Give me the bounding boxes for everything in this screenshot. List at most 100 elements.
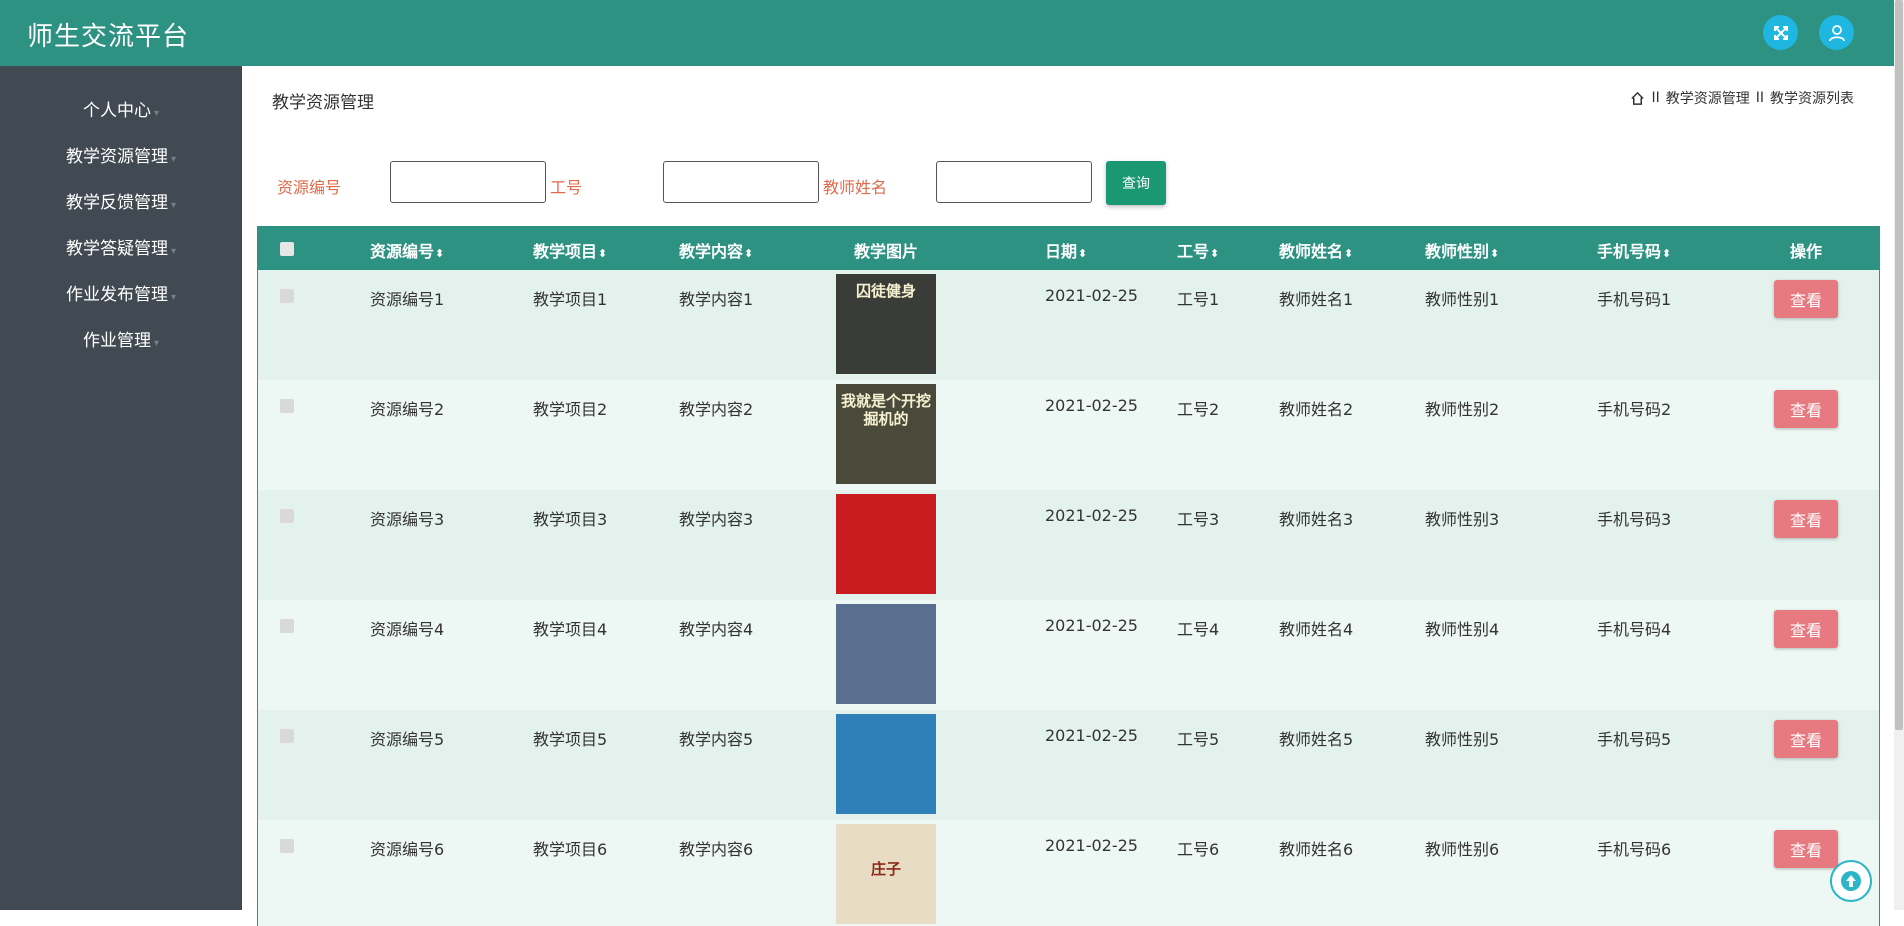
view-button[interactable]: 查看 <box>1774 390 1838 428</box>
row-checkbox[interactable] <box>280 398 294 417</box>
breadcrumb: II 教学资源管理 II 教学资源列表 <box>1630 88 1854 108</box>
table-cell: 教师姓名1 <box>1279 290 1354 309</box>
sidebar-item-label: 教学反馈管理 <box>65 193 168 213</box>
sidebar-item-personal-center[interactable]: 个人中心 ▾ <box>0 88 242 134</box>
resource-image[interactable]: 囚徒健身 <box>836 274 936 374</box>
search-button[interactable]: 查询 <box>1106 161 1166 205</box>
column-header[interactable]: 教学项目⬍ <box>533 238 607 262</box>
main-content: 教学资源管理 II 教学资源管理 II 教学资源列表 资源编号 工号 教师姓名 … <box>242 66 1894 926</box>
sidebar-item-label: 教学答疑管理 <box>65 239 168 259</box>
table-cell: 教师姓名4 <box>1279 620 1354 639</box>
column-header[interactable]: 工号⬍ <box>1177 238 1219 262</box>
sidebar-item-teaching-qa[interactable]: 教学答疑管理 ▾ <box>0 226 242 272</box>
resource-image[interactable] <box>836 714 936 814</box>
row-checkbox[interactable] <box>280 288 294 307</box>
table-cell: 工号5 <box>1177 730 1220 749</box>
column-header[interactable]: 手机号码⬍ <box>1597 238 1671 262</box>
table-cell: 教学内容3 <box>679 510 754 529</box>
table-cell: 教师姓名6 <box>1279 840 1354 859</box>
table-row: 资源编号2 教学项目2 教学内容2 2021-02-25 工号2 教师姓名2 教师性别2 手机… <box>258 380 1879 490</box>
table-cell: 资源编号3 <box>370 510 445 529</box>
view-button[interactable]: 查看 <box>1774 830 1838 868</box>
fullscreen-icon[interactable] <box>1763 15 1798 50</box>
view-button[interactable]: 查看 <box>1774 720 1838 758</box>
table-cell: 教学项目4 <box>533 620 608 639</box>
column-header[interactable]: 教师姓名⬍ <box>1279 238 1353 262</box>
teacher-name-input[interactable] <box>936 161 1092 203</box>
top-header: 师生交流平台 <box>0 0 1894 66</box>
table-cell: 工号1 <box>1177 290 1220 309</box>
table-cell: 2021-02-25 <box>1045 726 1138 745</box>
table-cell: 资源编号4 <box>370 620 445 639</box>
table-cell: 工号6 <box>1177 840 1220 859</box>
sidebar: 个人中心 ▾ 教学资源管理 ▾ 教学反馈管理 ▾ 教学答疑管理 ▾ 作业发布管理 ▾ 作业… <box>0 66 242 910</box>
back-to-top-button[interactable] <box>1830 860 1872 902</box>
select-all-checkbox[interactable] <box>280 241 294 260</box>
table-cell: 2021-02-25 <box>1045 506 1138 525</box>
table-cell: 手机号码1 <box>1597 290 1672 309</box>
table-row: 资源编号5 教学项目5 教学内容5 2021-02-25 工号5 教师姓名5 教师性别5 手机… <box>258 710 1879 820</box>
caret-down-icon: ▾ <box>153 108 160 119</box>
table-cell: 教师性别6 <box>1425 840 1500 859</box>
resource-image[interactable] <box>836 604 936 704</box>
table-cell: 教学项目2 <box>533 400 608 419</box>
row-checkbox[interactable] <box>280 728 294 747</box>
sidebar-item-teaching-resources[interactable]: 教学资源管理 ▾ <box>0 134 242 180</box>
sidebar-item-homework-publish[interactable]: 作业发布管理 ▾ <box>0 272 242 318</box>
table-cell: 手机号码4 <box>1597 620 1672 639</box>
resource-table: 资源编号⬍ 教学项目⬍ 教学内容⬍ 教学图片 日期⬍ 工号⬍ 教师姓名⬍ 教师性… <box>257 226 1880 926</box>
table-cell: 教学内容4 <box>679 620 754 639</box>
resource-id-input[interactable] <box>390 161 546 203</box>
column-header[interactable]: 教学内容⬍ <box>679 238 753 262</box>
table-cell: 教师姓名2 <box>1279 400 1354 419</box>
home-icon[interactable] <box>1630 91 1645 106</box>
teacher-name-label: 教师姓名 <box>823 178 888 197</box>
column-header[interactable]: 资源编号⬍ <box>370 238 444 262</box>
resource-image[interactable]: 我就是个开挖掘机的 <box>836 384 936 484</box>
breadcrumb-item: 教学资源列表 <box>1770 91 1854 107</box>
caret-down-icon: ▾ <box>153 338 160 349</box>
table-cell: 教师性别2 <box>1425 400 1500 419</box>
sidebar-item-label: 作业发布管理 <box>65 285 168 305</box>
scrollbar[interactable] <box>1894 0 1904 910</box>
caret-down-icon: ▾ <box>170 154 177 165</box>
table-cell: 教学内容2 <box>679 400 754 419</box>
resource-image[interactable]: 庄子 <box>836 824 936 924</box>
table-row: 资源编号1 教学项目1 教学内容1 2021-02-25 工号1 教师姓名1 教师性别1 手机… <box>258 270 1879 380</box>
view-button[interactable]: 查看 <box>1774 500 1838 538</box>
table-cell: 手机号码6 <box>1597 840 1672 859</box>
sidebar-item-teaching-feedback[interactable]: 教学反馈管理 ▾ <box>0 180 242 226</box>
search-form: 资源编号 工号 教师姓名 查询 <box>242 161 1894 211</box>
table-cell: 教师性别4 <box>1425 620 1500 639</box>
view-button[interactable]: 查看 <box>1774 280 1838 318</box>
sidebar-item-label: 作业管理 <box>82 331 151 351</box>
sort-icon: ⬍ <box>744 247 754 260</box>
column-header[interactable]: 日期⬍ <box>1045 238 1087 262</box>
table-cell: 资源编号5 <box>370 730 445 749</box>
caret-down-icon: ▾ <box>170 200 177 211</box>
resource-image[interactable] <box>836 494 936 594</box>
breadcrumb-item[interactable]: 教学资源管理 <box>1666 88 1750 108</box>
table-cell: 教师姓名3 <box>1279 510 1354 529</box>
user-icon[interactable] <box>1819 15 1854 50</box>
table-cell: 工号3 <box>1177 510 1220 529</box>
staff-no-label: 工号 <box>550 178 583 197</box>
sidebar-item-homework[interactable]: 作业管理 ▾ <box>0 318 242 364</box>
view-button[interactable]: 查看 <box>1774 610 1838 648</box>
scrollbar-thumb[interactable] <box>1895 0 1903 730</box>
row-checkbox[interactable] <box>280 838 294 857</box>
table-cell: 工号2 <box>1177 400 1220 419</box>
table-row: 资源编号4 教学项目4 教学内容4 2021-02-25 工号4 教师姓名4 教师性别4 手机… <box>258 600 1879 710</box>
staff-no-input[interactable] <box>663 161 819 203</box>
image-caption: 囚徒健身 <box>855 282 916 300</box>
sidebar-item-label: 教学资源管理 <box>65 147 168 167</box>
sort-icon: ⬍ <box>1490 247 1500 260</box>
row-checkbox[interactable] <box>280 618 294 637</box>
sidebar-item-label: 个人中心 <box>82 101 151 121</box>
column-header[interactable]: 教师性别⬍ <box>1425 238 1499 262</box>
image-caption: 我就是个开挖掘机的 <box>840 392 931 428</box>
row-checkbox[interactable] <box>280 508 294 527</box>
table-cell: 资源编号6 <box>370 840 445 859</box>
table-cell: 资源编号2 <box>370 400 445 419</box>
table-cell: 教学项目5 <box>533 730 608 749</box>
